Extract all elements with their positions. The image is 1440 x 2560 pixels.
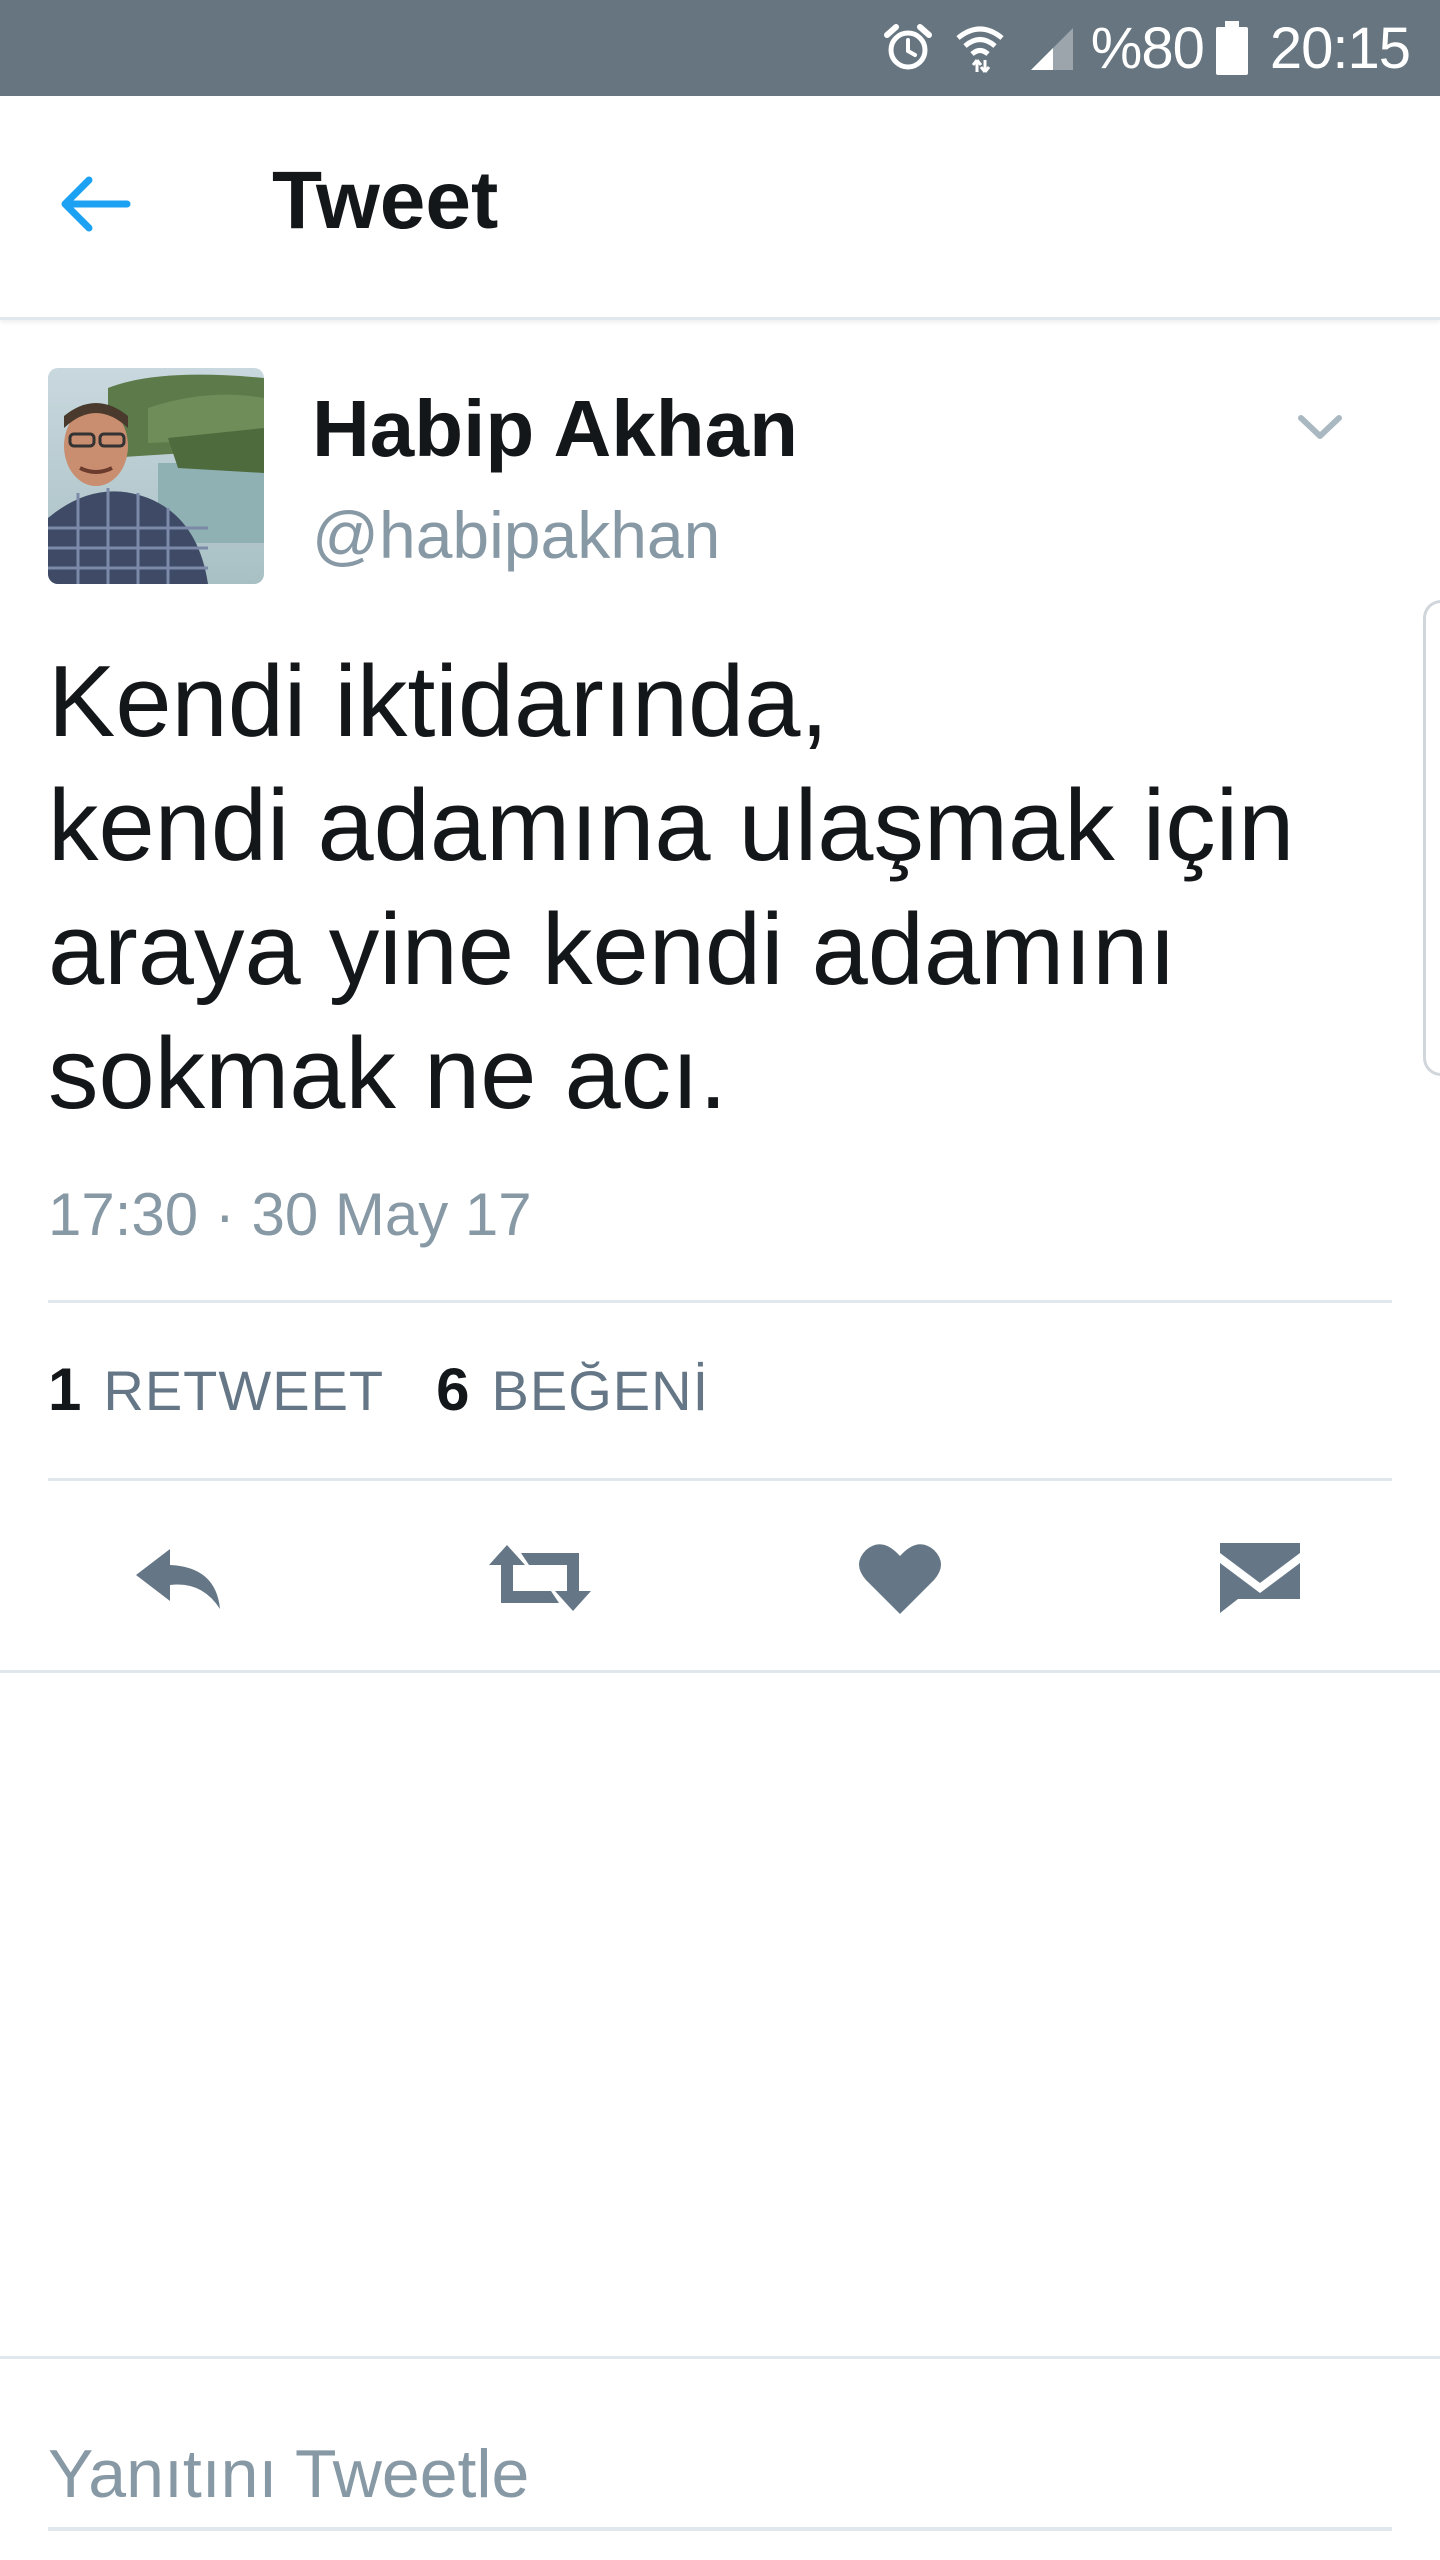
tweet-text: Kendi iktidarında, kendi adamına ulaşmak… [48,640,1388,1136]
status-bar: %80 20:15 [0,0,1440,96]
retweet-count[interactable]: 1 [48,1355,81,1424]
back-button[interactable] [50,166,140,246]
page-title: Tweet [272,155,499,246]
divider [48,1478,1392,1481]
battery-percentage: %80 [1090,15,1205,81]
like-heart-icon [858,1540,942,1621]
avatar[interactable] [48,368,264,584]
reply-input[interactable] [48,2421,1392,2531]
wifi-icon [955,22,1005,74]
reply-bar [0,2356,1440,2560]
retweet-icon [485,1543,595,1618]
alarm-icon [883,23,933,73]
clock: 20:15 [1269,15,1411,81]
scroll-indicator[interactable] [1423,600,1440,1076]
like-button[interactable] [840,1530,960,1630]
author-name[interactable]: Habip Akhan [312,383,798,475]
retweet-button[interactable] [480,1530,600,1630]
tweet-timestamp: 17:30 · 30 May 17 [48,1181,532,1248]
author-handle[interactable]: @habipakhan [312,497,720,573]
divider [0,1670,1440,1673]
tweet-text-line: sokmak ne acı. [48,1018,728,1130]
direct-message-button[interactable] [1200,1530,1320,1630]
signal-icon [1027,24,1075,72]
tweet-actions [0,1500,1440,1660]
back-arrow-icon [59,174,131,239]
divider [48,1300,1392,1303]
tweet-text-line: araya yine kendi adamını [48,894,1177,1006]
reply-icon [132,1545,228,1616]
tweet-stats: 1 RETWEET 6 BEĞENİ [48,1355,709,1424]
like-label[interactable]: BEĞENİ [492,1358,710,1423]
reply-button[interactable] [120,1530,240,1630]
tweet-text-line: kendi adamına ulaşmak için [48,770,1295,882]
retweet-label[interactable]: RETWEET [103,1358,384,1423]
direct-message-icon [1218,1541,1302,1620]
battery-icon [1215,21,1248,75]
chevron-down-icon [1297,414,1343,447]
like-count[interactable]: 6 [436,1355,469,1424]
tweet-text-line: Kendi iktidarında, [48,646,829,758]
more-options-button[interactable] [1290,400,1350,460]
app-header: Tweet [0,96,1440,320]
